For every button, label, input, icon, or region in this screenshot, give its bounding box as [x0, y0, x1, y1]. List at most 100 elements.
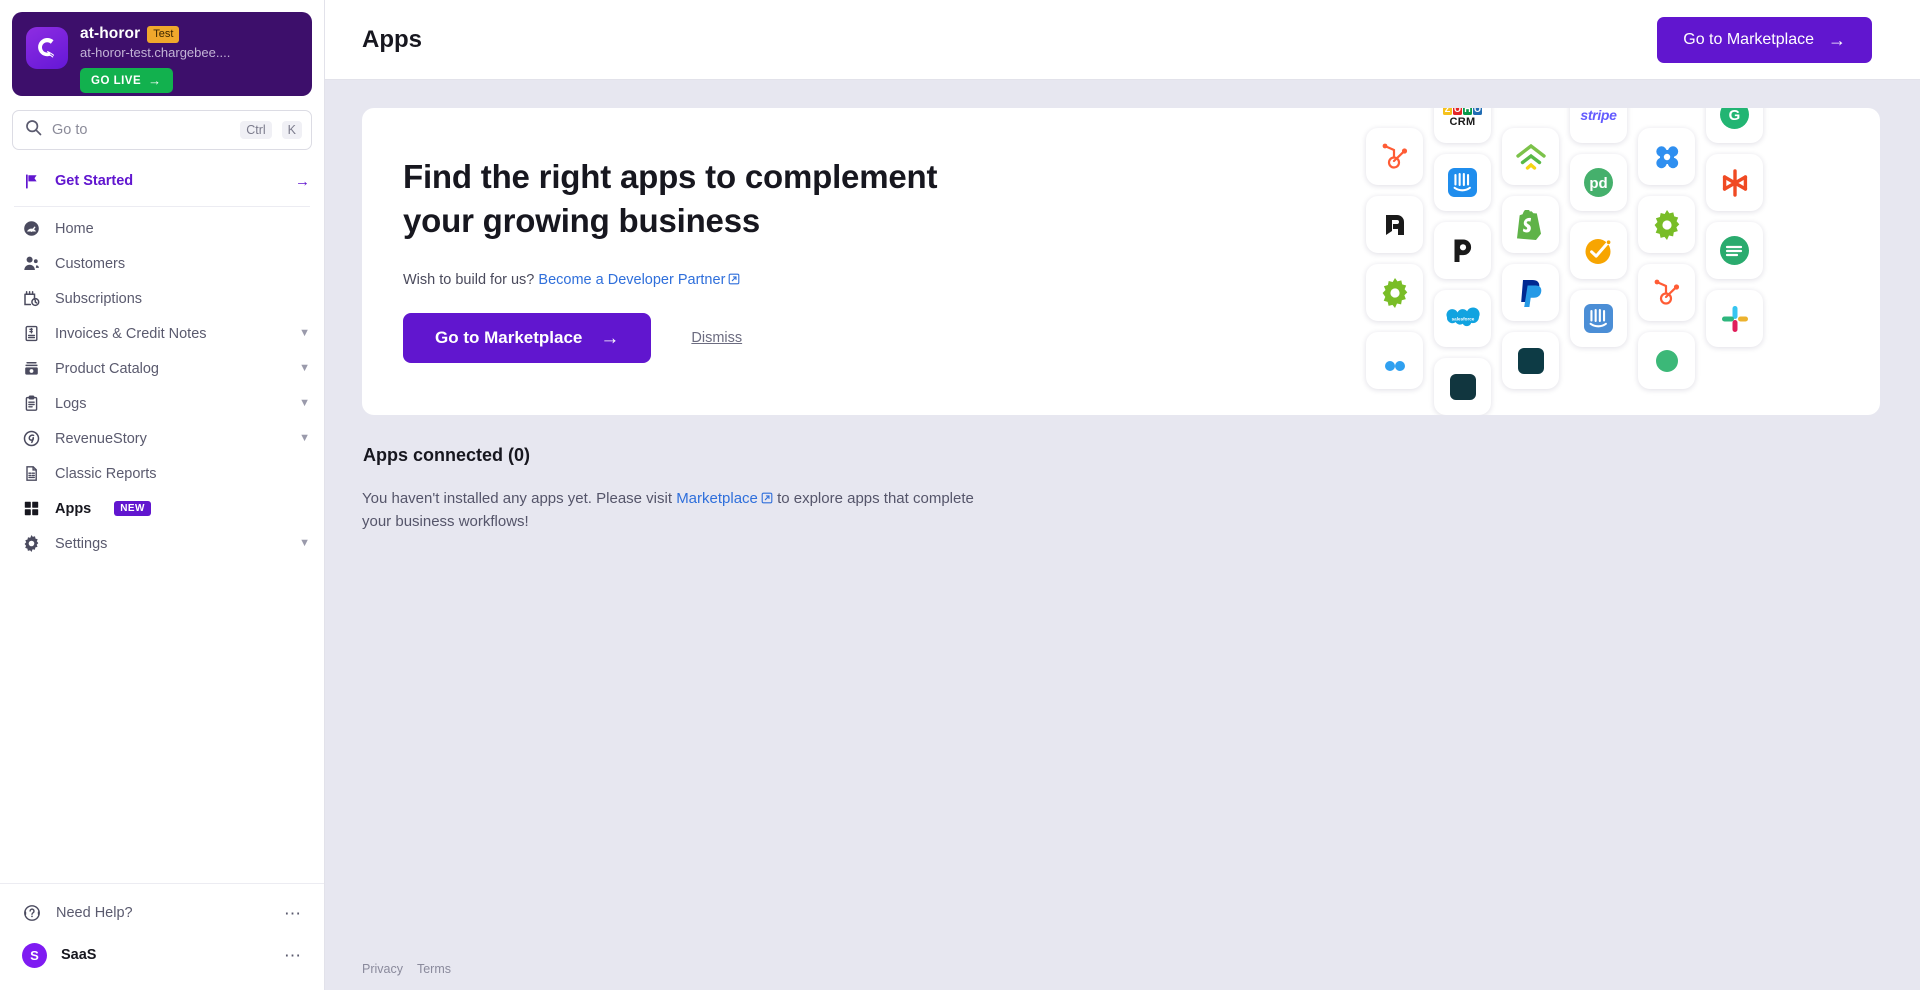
need-help-item[interactable]: Need Help? ⋯ [0, 892, 324, 934]
sidebar-item-label: Home [55, 220, 94, 237]
user-account-item[interactable]: S SaaS ⋯ [0, 934, 324, 976]
sidebar-item-invoices-credit-notes[interactable]: Invoices & Credit Notes ▼ [0, 316, 324, 351]
apps-grid-icon [22, 499, 41, 518]
external-link-icon [761, 489, 773, 511]
hero-heading: Find the right apps to complement your g… [403, 155, 1122, 242]
shortcut-k: K [281, 120, 302, 140]
site-title-row: at-horor Test [80, 25, 298, 43]
hero-heading-line2: your growing business [403, 201, 761, 239]
mosaic-column: stripe pd [1570, 108, 1627, 415]
arrow-right-icon: → [148, 73, 162, 88]
chargebee-logo-icon [26, 27, 68, 69]
sidebar-item-label: Settings [55, 535, 108, 552]
green-badge-icon [1706, 222, 1763, 279]
sidebar-divider [14, 206, 310, 207]
slack-icon [1706, 290, 1763, 347]
navy-app-icon [1502, 332, 1559, 389]
header-marketplace-label: Go to Marketplace [1683, 30, 1814, 48]
headset-help-icon [22, 903, 42, 923]
sidebar-item-product-catalog[interactable]: Product Catalog ▼ [0, 351, 324, 386]
chevron-down-icon[interactable]: ▼ [299, 363, 310, 374]
shortcut-ctrl: Ctrl [240, 120, 272, 140]
arrow-right-icon: → [600, 327, 620, 349]
reports-icon [22, 464, 41, 483]
mosaic-column: Z O H O CRM salesforce [1434, 108, 1491, 415]
main-area: Apps Go to Marketplace → Find the right … [325, 0, 1920, 990]
app-root: at-horor Test at-horor-test.chargebee...… [0, 0, 1920, 990]
ellipsis-icon[interactable]: ⋯ [284, 947, 302, 964]
intercom-icon [1434, 154, 1491, 211]
hero-marketplace-button[interactable]: Go to Marketplace → [403, 313, 652, 364]
chevron-down-icon[interactable]: ▼ [299, 398, 310, 409]
search-wrap: Go to Ctrl K [0, 104, 324, 160]
sidebar-item-logs[interactable]: Logs ▼ [0, 386, 324, 421]
go-live-button[interactable]: GO LIVE → [80, 68, 173, 93]
hero-heading-line1: Find the right apps to complement [403, 158, 938, 195]
search-input-placeholder[interactable]: Go to [52, 122, 230, 138]
apps-connected-body: You haven't installed any apps yet. Plea… [362, 488, 1002, 533]
svg-text:O: O [1453, 108, 1460, 114]
sidebar-item-home[interactable]: Home [0, 211, 324, 246]
revenuestory-icon [22, 429, 41, 448]
site-meta: at-horor Test at-horor-test.chargebee...… [80, 24, 298, 93]
sidebar-item-apps[interactable]: Apps NEW [0, 491, 324, 526]
sidebar-item-subscriptions[interactable]: Subscriptions [0, 281, 324, 316]
chevron-down-icon[interactable]: ▼ [299, 538, 310, 549]
privacy-link[interactable]: Privacy [362, 962, 403, 976]
sidebar-item-customers[interactable]: Customers [0, 246, 324, 281]
developer-partner-label: Become a Developer Partner [538, 272, 726, 289]
hubspot-icon [1366, 128, 1423, 185]
search-box[interactable]: Go to Ctrl K [12, 110, 312, 150]
svg-text:H: H [1464, 108, 1471, 114]
terms-link[interactable]: Terms [417, 962, 451, 976]
developer-partner-link[interactable]: Become a Developer Partner [538, 272, 740, 288]
site-card[interactable]: at-horor Test at-horor-test.chargebee...… [12, 12, 312, 96]
invoice-icon [22, 324, 41, 343]
arrow-right-icon: → [295, 172, 310, 190]
pandadoc-p-icon [1434, 222, 1491, 279]
sidebar-item-revenuestory[interactable]: RevenueStory ▼ [0, 421, 324, 456]
sidebar-item-label: RevenueStory [55, 430, 147, 447]
asterisk-red-icon [1706, 154, 1763, 211]
pipefy-icon [1366, 196, 1423, 253]
arrow-right-icon: → [1828, 29, 1846, 50]
svg-text:O: O [1473, 108, 1480, 114]
chevron-down-icon[interactable]: ▼ [299, 328, 310, 339]
dark-app-icon [1434, 358, 1491, 415]
header-marketplace-button[interactable]: Go to Marketplace → [1657, 16, 1872, 63]
sidebar-item-label: Invoices & Credit Notes [55, 325, 207, 342]
subscriptions-icon [22, 289, 41, 308]
hero-marketplace-label: Go to Marketplace [435, 328, 583, 348]
dismiss-button[interactable]: Dismiss [691, 330, 742, 346]
need-help-label: Need Help? [56, 905, 133, 921]
page-footer: Privacy Terms [325, 962, 1920, 990]
sidebar-footer: Need Help? ⋯ S SaaS ⋯ [0, 883, 324, 990]
sidebar-item-label: Logs [55, 395, 87, 412]
chevron-down-icon[interactable]: ▼ [299, 433, 310, 444]
sidebar-item-label: Customers [55, 255, 126, 272]
content: Find the right apps to complement your g… [325, 80, 1920, 962]
sidebar-item-label: Apps [55, 500, 92, 517]
sidebar-item-classic-reports[interactable]: Classic Reports [0, 456, 324, 491]
mosaic-column [1638, 128, 1695, 415]
svg-text:G: G [1729, 108, 1741, 124]
sidebar: at-horor Test at-horor-test.chargebee...… [0, 0, 325, 990]
mosaic-column: G [1706, 108, 1763, 415]
marketplace-link[interactable]: Marketplace [676, 490, 773, 507]
svg-text:salesforce: salesforce [1451, 316, 1474, 321]
ellipsis-icon[interactable]: ⋯ [284, 905, 302, 922]
mosaic-column [1502, 128, 1559, 415]
avalara-blue-icon [1366, 332, 1423, 389]
gear-green-icon [1366, 264, 1423, 321]
sidebar-item-get-started[interactable]: Get Started → [0, 160, 324, 202]
mosaic-column [1366, 128, 1423, 415]
sidebar-item-label: Subscriptions [55, 290, 143, 307]
external-link-icon [728, 273, 740, 289]
salesforce-icon: salesforce [1434, 290, 1491, 347]
sidebar-item-settings[interactable]: Settings ▼ [0, 526, 324, 561]
logs-icon [22, 394, 41, 413]
shopify-icon [1502, 196, 1559, 253]
sidebar-item-label: Get Started [55, 173, 134, 189]
hubspot-icon [1638, 264, 1695, 321]
site-name: at-horor [80, 25, 141, 42]
